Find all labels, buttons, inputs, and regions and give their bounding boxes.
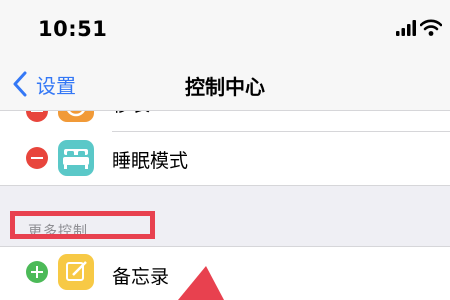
bed-icon [58,140,94,176]
minus-icon [31,157,43,159]
control-center-settings-screen: 秒表 睡眠模式 更多控制 [0,0,450,300]
navigation-bar: 设置 控制中心 [0,58,450,111]
control-label-sleep-mode: 睡眠模式 [112,150,189,172]
status-time: 10:51 [38,17,108,41]
cellular-signal-icon [396,20,416,36]
notes-icon [58,254,94,290]
status-bar: 10:51 [0,0,450,58]
control-row-sleep-mode[interactable]: 睡眠模式 [0,132,450,186]
page-title: 控制中心 [185,75,265,99]
annotation-highlight-box [10,211,155,239]
control-label-notes: 备忘录 [112,266,170,288]
add-control-button[interactable] [26,261,48,283]
annotation-arrow-icon [178,266,224,300]
wifi-icon [420,19,442,36]
remove-control-button[interactable] [26,147,48,169]
plus-icon-vertical [36,266,38,278]
